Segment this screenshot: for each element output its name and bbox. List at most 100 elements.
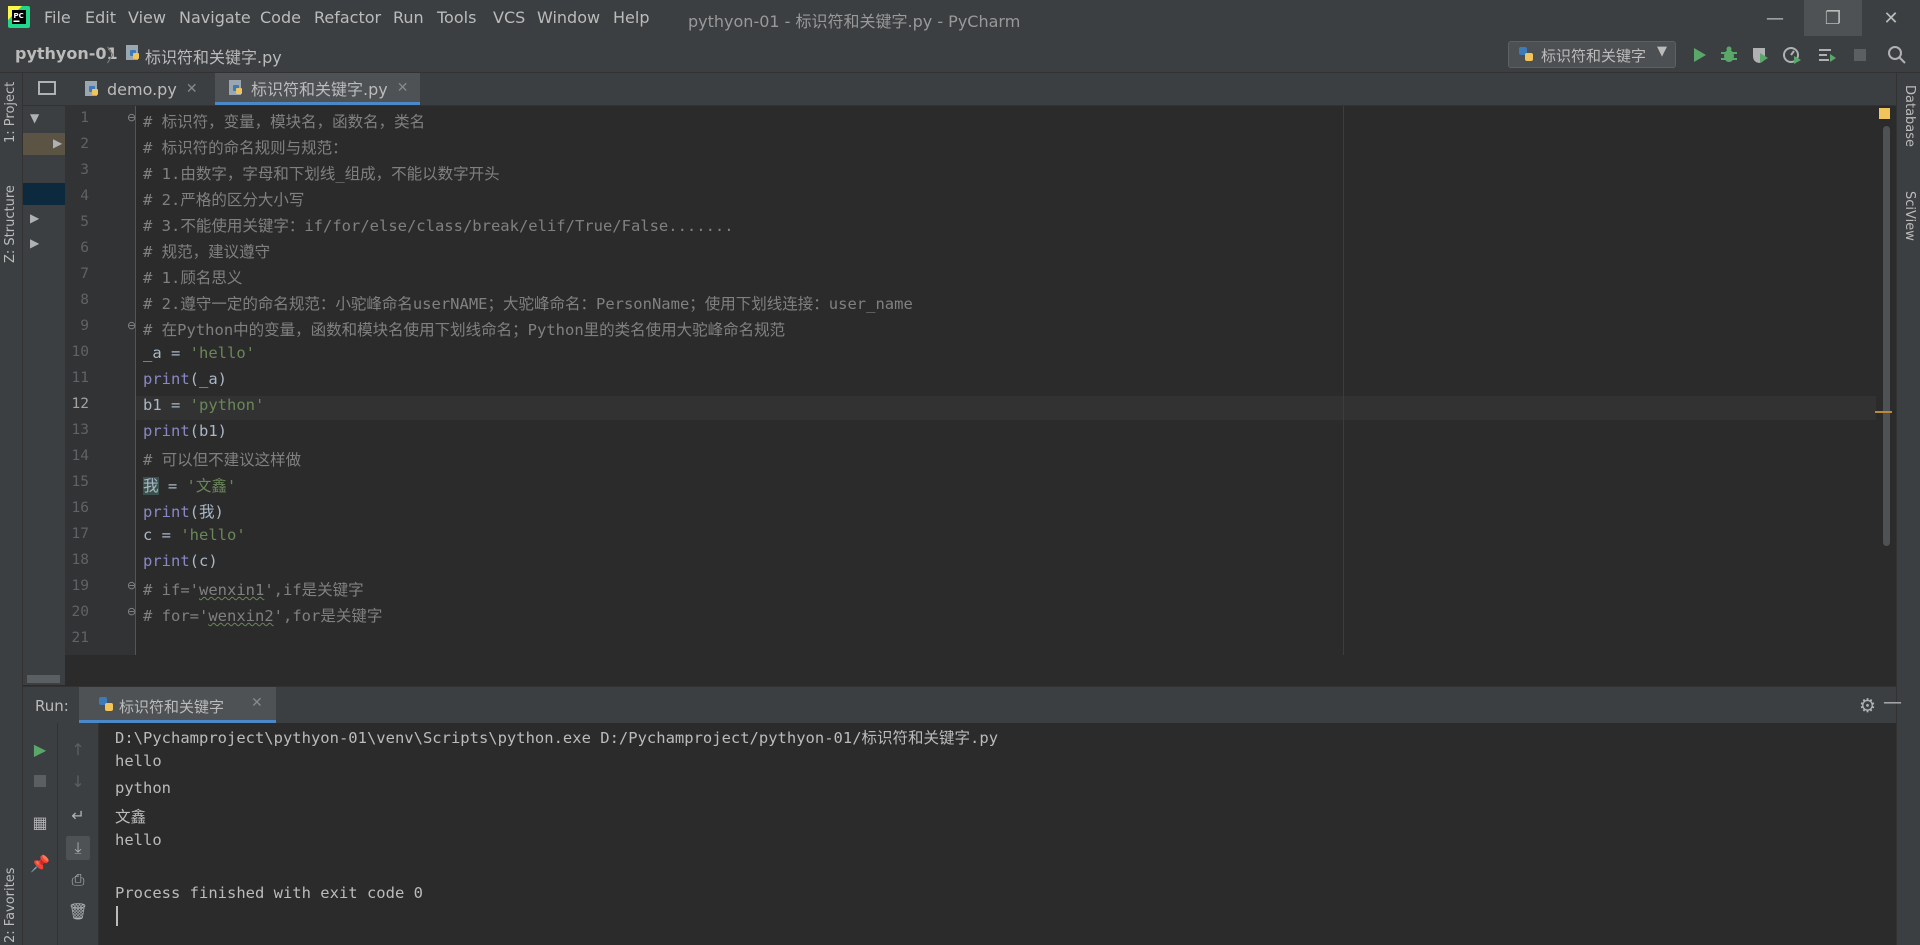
fold-icon[interactable]: ⊖	[127, 319, 136, 332]
favorites-tool-label: 2: Favorites	[3, 867, 18, 943]
run-icon[interactable]	[1688, 44, 1710, 66]
fold-icon[interactable]: ⊖	[127, 579, 136, 592]
arrow-down-icon[interactable]: ↓	[68, 771, 88, 791]
line-number: 21	[71, 630, 89, 646]
editor-tabs-menu-icon[interactable]	[38, 81, 56, 95]
menu-code[interactable]: Code	[260, 8, 301, 27]
profile-icon[interactable]	[1781, 44, 1803, 66]
menu-window[interactable]: Window	[537, 8, 600, 27]
tree-collapse-icon[interactable]: ▶	[30, 236, 39, 250]
run-console-output[interactable]: D:\Pychamproject\pythyon-01\venv\Scripts…	[99, 723, 1896, 945]
arrow-up-icon[interactable]: ↑	[68, 739, 88, 759]
editor-scrollbar[interactable]	[1883, 126, 1890, 546]
tree-expand-icon[interactable]: ▼	[30, 111, 39, 125]
gear-icon[interactable]: ⚙	[1859, 695, 1876, 717]
structure-tool-button[interactable]: Z: Structure	[3, 185, 18, 263]
close-tab-icon[interactable]: ✕	[186, 81, 198, 97]
console-line: hello	[115, 831, 162, 849]
tree-collapse-icon[interactable]: ▶	[30, 211, 39, 225]
restore-window-button[interactable]: ❐	[1804, 0, 1862, 36]
close-icon[interactable]: ✕	[251, 695, 263, 711]
minimize-panel-icon[interactable]: —	[1883, 691, 1902, 713]
run-tab[interactable]: 标识符和关键字 ✕	[79, 687, 276, 723]
code-line: # 在Python中的变量，函数和模块名使用下划线命名；Python里的类名使用…	[143, 321, 786, 339]
minimize-window-button[interactable]: —	[1746, 0, 1804, 36]
line-number: 9	[80, 318, 89, 334]
favorites-tool-button[interactable]: 2: Favorites	[3, 867, 18, 943]
code-line: _a = 'hello'	[143, 344, 255, 362]
pycharm-logo-icon: PC	[8, 6, 30, 28]
tree-row-highlight[interactable]	[23, 183, 65, 205]
console-line: 文鑫	[115, 808, 147, 826]
debug-icon[interactable]	[1718, 44, 1740, 66]
breadcrumb-file[interactable]: 标识符和关键字.py	[145, 44, 282, 68]
code-editor[interactable]: # 标识符，变量，模块名，函数名，类名 # 标识符的命名规则与规范： # 1.由…	[136, 106, 1896, 655]
python-icon	[99, 697, 113, 711]
code-line: # 2.严格的区分大小写	[143, 191, 305, 209]
menu-view[interactable]: View	[128, 8, 166, 27]
string-literal: '文鑫'	[186, 477, 237, 495]
soft-wrap-icon[interactable]: ↵	[68, 805, 88, 825]
concurrency-diagram-icon[interactable]	[1816, 44, 1838, 66]
menu-run[interactable]: Run	[393, 8, 424, 27]
console-line: hello	[115, 752, 162, 770]
line-number: 11	[71, 370, 89, 386]
tree-row-selected[interactable]: ▶	[23, 133, 65, 155]
database-tool-button[interactable]: Database	[1902, 85, 1917, 147]
database-tool-label: Database	[1902, 85, 1917, 148]
menu-vcs[interactable]: VCS	[493, 8, 525, 27]
code-token: =	[158, 477, 187, 495]
line-number-gutter: 1 2 3 4 5 6 7 8 9 10 11 12 13 14 15 16 1…	[65, 106, 136, 655]
menu-navigate[interactable]: Navigate	[179, 8, 251, 27]
close-window-button[interactable]: ✕	[1862, 0, 1920, 36]
run-panel-header: Run: 标识符和关键字 ✕ ⚙ —	[23, 686, 1902, 724]
line-number: 2	[80, 136, 89, 152]
run-panel-label: Run:	[35, 697, 69, 715]
run-with-coverage-icon[interactable]	[1749, 44, 1771, 66]
line-number: 16	[71, 500, 89, 516]
breadcrumb-project[interactable]: pythyon-01	[15, 44, 118, 63]
menu-edit[interactable]: Edit	[85, 8, 116, 27]
search-everywhere-icon[interactable]	[1886, 44, 1908, 66]
fold-icon[interactable]: ⊖	[127, 605, 136, 618]
restore-icon: ❐	[1824, 7, 1842, 29]
comment-token: # if='	[143, 581, 199, 599]
scroll-to-end-icon[interactable]: ⤓	[66, 836, 90, 860]
rerun-icon[interactable]: ▶	[30, 739, 50, 759]
project-tool-button[interactable]: 1: Project	[3, 82, 18, 143]
line-number: 1	[80, 110, 89, 126]
console-line: python	[115, 779, 171, 797]
restore-layout-icon[interactable]: ▦	[30, 812, 50, 832]
inspection-status-icon[interactable]	[1879, 108, 1890, 119]
print-icon[interactable]: ⎙	[68, 870, 88, 890]
code-line: # 1.由数字，字母和下划线_组成，不能以数字开头	[143, 165, 500, 183]
run-toolbar-primary: ▶ ▦ 📌	[23, 723, 58, 945]
code-line: print(我)	[143, 500, 224, 522]
tab-demo-py[interactable]: demo.py ✕	[76, 73, 205, 105]
menu-tools[interactable]: Tools	[437, 8, 476, 27]
pin-tab-icon[interactable]: 📌	[30, 853, 50, 873]
stop-icon[interactable]	[1849, 44, 1871, 66]
minimize-icon: —	[1766, 7, 1784, 29]
menu-help[interactable]: Help	[613, 8, 649, 27]
editor-tab-bar: demo.py ✕ 标识符和关键字.py ✕	[23, 73, 1896, 106]
trash-icon[interactable]: 🗑	[68, 901, 88, 921]
caret-position-marker	[1875, 411, 1892, 413]
line-number: 8	[80, 292, 89, 308]
project-panel: ▼ ▶ ▶ ▶	[23, 105, 65, 685]
sciview-tool-button[interactable]: SciView	[1902, 191, 1917, 241]
run-configuration-select[interactable]: 标识符和关键字 ▼	[1508, 41, 1676, 68]
fold-icon[interactable]: ⊖	[127, 111, 136, 124]
project-horizontal-scrollbar[interactable]	[27, 675, 60, 683]
code-line: print(_a)	[143, 370, 227, 388]
close-tab-icon[interactable]: ✕	[397, 80, 409, 96]
stop-icon[interactable]	[30, 771, 50, 791]
menu-refactor[interactable]: Refactor	[314, 8, 381, 27]
code-line: 我 = '文鑫'	[143, 474, 236, 496]
menu-file[interactable]: File	[44, 8, 71, 27]
code-line: # 2.遵守一定的命名规范：小驼峰命名userNAME；大驼峰命名：Person…	[143, 295, 913, 313]
code-token: (b1)	[189, 422, 227, 440]
breadcrumb-separator: 〉	[106, 46, 124, 67]
tab-identifiers-py[interactable]: 标识符和关键字.py ✕	[215, 73, 421, 105]
console-cursor	[116, 906, 118, 926]
